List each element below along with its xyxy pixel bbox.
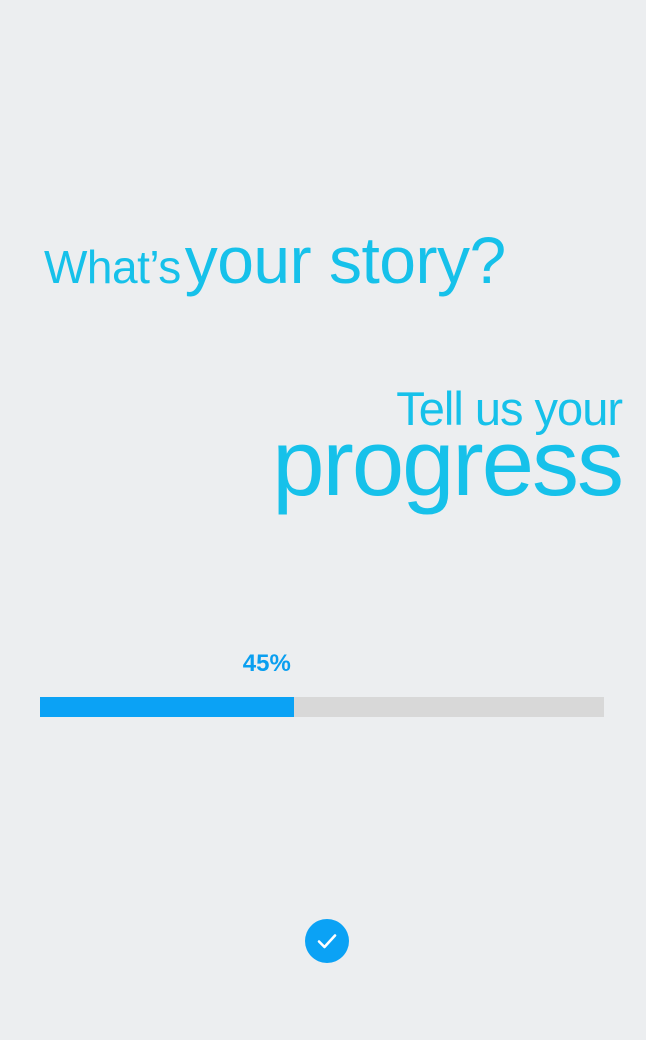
progress-percent-label: 45% <box>242 650 291 677</box>
headline-prefix: What’s <box>44 241 181 293</box>
progress-bar[interactable] <box>40 697 604 717</box>
confirm-button[interactable] <box>305 919 349 963</box>
tagline: Tell us your progress <box>272 382 624 515</box>
headline: What’s your story? <box>44 222 506 298</box>
progress-bar-fill <box>40 697 294 717</box>
headline-emphasis: your story? <box>184 223 506 297</box>
tagline-line2: progress <box>272 410 624 515</box>
checkmark-icon <box>314 928 340 954</box>
